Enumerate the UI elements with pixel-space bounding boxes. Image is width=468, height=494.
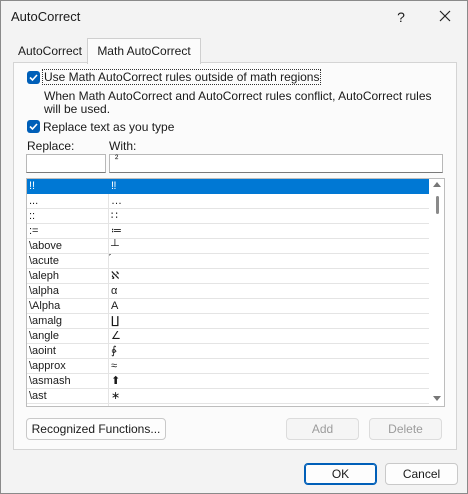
list-item[interactable]: \amalg ∐ [27, 314, 429, 329]
add-button[interactable]: Add [286, 418, 359, 440]
replace-cell: \ast [29, 390, 47, 402]
replace-cell: \approx [29, 360, 66, 372]
with-input[interactable]: ² [109, 154, 443, 173]
with-cell: ℵ [111, 270, 120, 282]
window-title: AutoCorrect [11, 9, 81, 24]
with-cell: ‼ [111, 180, 117, 192]
replace-cell: \angle [29, 330, 59, 342]
list-item[interactable]: \acuté [27, 254, 429, 269]
autocorrect-entries-list[interactable]: !!‼...…::∷:=≔\above┴\acuté\alephℵ\alpha… [26, 178, 445, 407]
list-item[interactable]: !! ‼ [27, 179, 429, 194]
checkmark-icon [29, 123, 38, 131]
replace-cell: \amalg [29, 315, 63, 327]
scroll-down-icon[interactable] [433, 396, 441, 401]
with-cell: ∳ [111, 345, 117, 357]
scroll-thumb[interactable] [436, 196, 439, 214]
recognized-functions-button[interactable]: Recognized Functions... [26, 418, 166, 440]
list-item[interactable]: \angle ∠ [27, 329, 429, 344]
list-item[interactable]: \Alpha Α [27, 299, 429, 314]
replace-cell: \Alpha [29, 300, 61, 312]
replace-cell: !! [29, 180, 36, 192]
list-item[interactable]: \aoint ∳ [27, 344, 429, 359]
scroll-up-icon[interactable] [433, 182, 441, 187]
list-item[interactable]: \asmash ⬆ [27, 374, 429, 389]
with-cell: ∗ [111, 390, 121, 402]
replace-cell: :: [29, 210, 36, 222]
list-item[interactable]: \above ┴ [27, 239, 429, 254]
replace-cell: \alpha [29, 285, 59, 297]
with-cell: α [111, 285, 118, 297]
ok-button[interactable]: OK [304, 463, 377, 485]
delete-button[interactable]: Delete [369, 418, 442, 440]
replace-cell: \aleph [29, 270, 59, 282]
with-cell: Α [111, 300, 119, 312]
with-cell: ┴ [111, 240, 119, 252]
cancel-button[interactable]: Cancel [385, 463, 458, 485]
list-item[interactable]: := ≔ [27, 224, 429, 239]
vertical-scrollbar[interactable] [430, 179, 444, 406]
with-label: With: [109, 139, 137, 153]
tab-math-autocorrect[interactable]: Math AutoCorrect [87, 38, 201, 64]
close-icon [439, 10, 451, 22]
with-cell: ≈ [111, 360, 118, 372]
use-outside-math-label: Use Math AutoCorrect rules outside of ma… [42, 69, 322, 85]
with-cell: ∷ [111, 210, 118, 222]
list-item[interactable]: \alpha α [27, 284, 429, 299]
list-item[interactable]: \approx ≈ [27, 359, 429, 374]
list-item[interactable]: :: ∷ [27, 209, 429, 224]
replace-label: Replace: [27, 139, 75, 153]
with-cell: ⬆ [111, 375, 121, 387]
conflict-note: When Math AutoCorrect and AutoCorrect ru… [44, 89, 432, 116]
close-button[interactable] [431, 4, 459, 30]
replace-input[interactable] [26, 154, 106, 173]
list-item[interactable]: \ast ∗ [27, 389, 429, 404]
use-outside-math-checkbox[interactable] [27, 71, 40, 84]
replace-cell: \acute [29, 255, 59, 267]
replace-cell: \asmash [29, 375, 71, 387]
checkmark-icon [29, 74, 38, 82]
with-cell: ≔ [111, 225, 122, 237]
title-bar: AutoCorrect ? [1, 1, 467, 33]
autocorrect-dialog: AutoCorrect ? AutoCorrect Math AutoCorre… [0, 0, 468, 494]
replace-cell: \above [29, 240, 63, 252]
replace-as-type-checkbox[interactable] [27, 120, 40, 133]
with-cell: ∠ [111, 330, 121, 342]
replace-as-type-label: Replace text as you type [43, 120, 175, 134]
with-cell: ∐ [111, 315, 120, 327]
tab-autocorrect[interactable]: AutoCorrect [13, 40, 87, 62]
with-cell: … [111, 195, 122, 207]
replace-cell: ... [29, 195, 39, 207]
list-item[interactable]: \aleph ℵ [27, 269, 429, 284]
replace-cell: \aoint [29, 345, 56, 357]
list-item[interactable]: ... … [27, 194, 429, 209]
help-button[interactable]: ? [387, 4, 415, 30]
replace-cell: := [29, 225, 39, 237]
